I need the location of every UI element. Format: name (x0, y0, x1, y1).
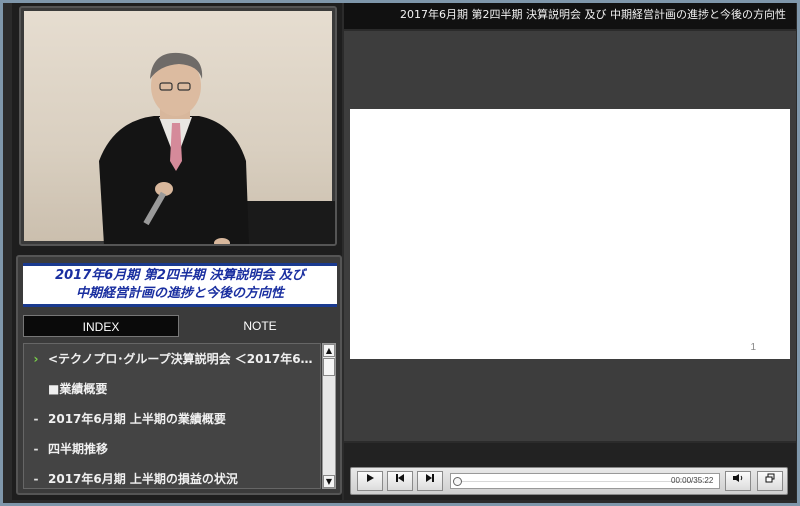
index-panel: 2017年6月期 第2四半期 決算説明会 及び 中期経営計画の進捗と今後の方向性… (16, 255, 342, 495)
index-scrollbar[interactable]: ▲ ▼ (322, 343, 336, 489)
list-item-label: 四半期推移 (48, 442, 109, 456)
scroll-thumb[interactable] (323, 358, 335, 376)
app-window: 2017年6月期 第2四半期 決算説明会 及び 中期経営計画の進捗と今後の方向性… (0, 0, 800, 506)
video-frame (24, 11, 335, 244)
slide-page: 1 (350, 109, 790, 359)
title-line-2: 中期経営計画の進捗と今後の方向性 (75, 286, 284, 301)
right-panel: 2017年6月期 第2四半期 決算説明会 及び 中期経営計画の進捗と今後の方向性… (344, 3, 796, 500)
left-panel: 2017年6月期 第2四半期 決算説明会 及び 中期経営計画の進捗と今後の方向性… (12, 3, 342, 500)
title-line-1: 2017年6月期 第2四半期 決算説明会 及び (55, 268, 305, 283)
playback-time: 00:00/35:22 (671, 476, 714, 485)
list-item[interactable]: -2017年6月期 上半期の損益の状況 (24, 464, 320, 488)
volume-icon[interactable] (725, 471, 751, 491)
slide-viewer: 1 (344, 31, 796, 441)
panel-tabs: INDEX NOTE (23, 315, 337, 337)
window-toggle-icon[interactable] (757, 471, 783, 491)
index-list[interactable]: › <テクノプロ･グループ決算説明会 ＜2017年6… ■業績概要 -2017年6… (23, 343, 321, 489)
presentation-title-card: 2017年6月期 第2四半期 決算説明会 及び 中期経営計画の進捗と今後の方向性 (23, 263, 337, 307)
page-title: 2017年6月期 第2四半期 決算説明会 及び 中期経営計画の進捗と今後の方向性 (344, 3, 796, 29)
list-item-label: 2017年6月期 上半期の業績概要 (48, 412, 226, 426)
chevron-right-icon: › (33, 352, 39, 366)
skip-back-icon[interactable] (387, 471, 413, 491)
tab-note[interactable]: NOTE (183, 315, 337, 337)
scroll-down-icon[interactable]: ▼ (323, 475, 335, 488)
list-item-marker: - (33, 472, 39, 486)
list-item[interactable]: ■業績概要 (24, 374, 320, 404)
seek-bar[interactable]: 00:00/35:22 (450, 473, 720, 489)
list-item[interactable]: › <テクノプロ･グループ決算説明会 ＜2017年6… (24, 344, 320, 374)
seek-handle[interactable] (453, 477, 462, 486)
skip-forward-icon[interactable] (417, 471, 443, 491)
list-item-label: ■業績概要 (48, 382, 108, 396)
scroll-up-icon[interactable]: ▲ (323, 344, 335, 357)
list-item-label: 2017年6月期 上半期の損益の状況 (48, 472, 238, 486)
list-item-marker: - (33, 442, 39, 456)
list-item[interactable]: -2017年6月期 上半期の業績概要 (24, 404, 320, 434)
player-controls: 00:00/35:22 (350, 467, 788, 495)
play-icon[interactable] (357, 471, 383, 491)
slide-page-number: 1 (750, 342, 756, 353)
presenter-video-image (99, 52, 335, 244)
tab-index[interactable]: INDEX (23, 315, 179, 337)
video-player[interactable] (19, 6, 337, 246)
list-item-marker: - (33, 412, 39, 426)
list-item-label: <テクノプロ･グループ決算説明会 ＜2017年6… (48, 352, 313, 366)
list-item[interactable]: - 四半期推移 (24, 434, 320, 464)
